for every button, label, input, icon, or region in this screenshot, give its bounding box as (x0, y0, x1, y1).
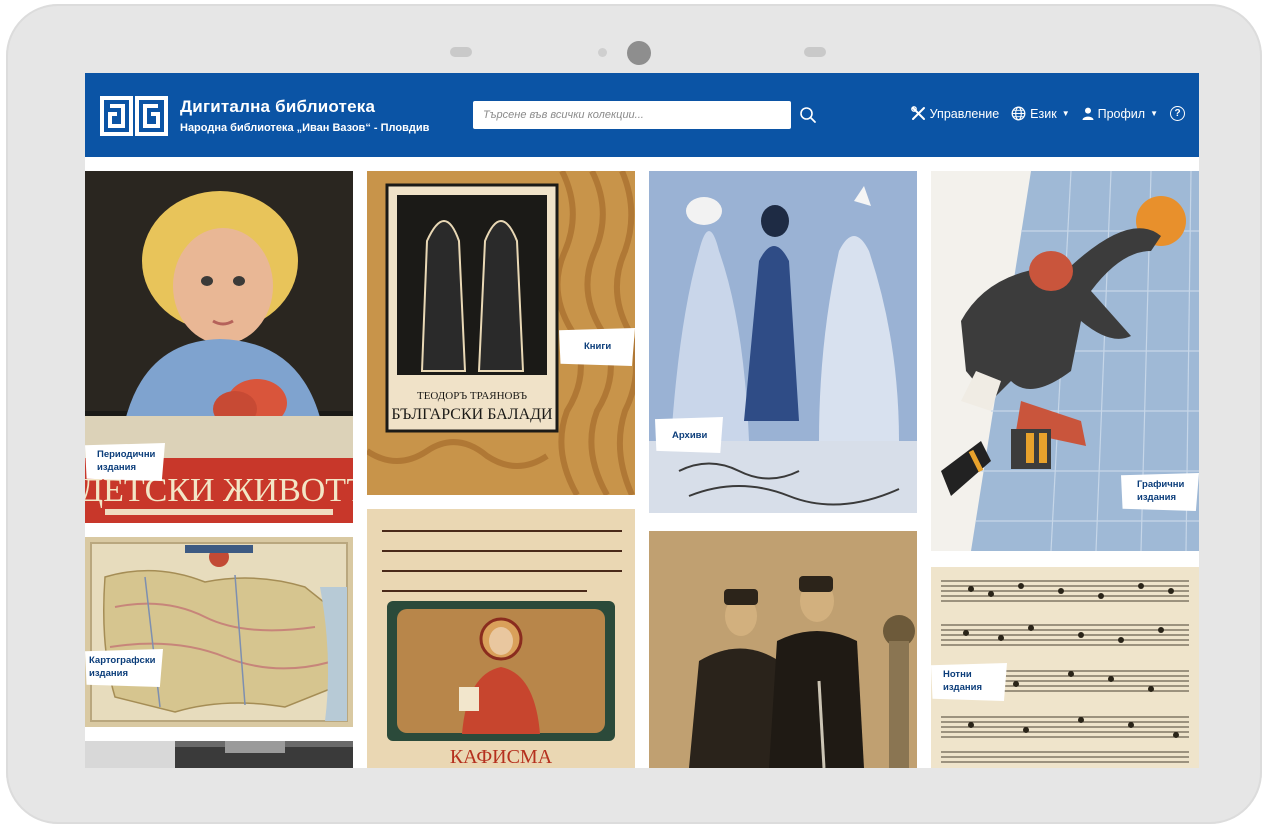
search-icon[interactable] (799, 106, 817, 124)
svg-text:ТЕОДОРЪ ТРАЯНОВЪ: ТЕОДОРЪ ТРАЯНОВЪ (417, 390, 527, 402)
partial-photo-image (85, 741, 353, 768)
collection-tile-books[interactable]: ТЕОДОРЪ ТРАЯНОВЪ БЪЛГАРСКИ БАЛАДИ Книги (367, 171, 635, 495)
top-navbar: Дигитална библиотека Народна библиотека … (85, 73, 1199, 157)
manage-menu[interactable]: Управление (910, 106, 1000, 121)
tile-label-periodicals: Периодични издания (85, 443, 165, 481)
collection-tile-partial[interactable] (85, 741, 353, 768)
site-title[interactable]: Дигитална библиотека (180, 97, 375, 117)
tablet-sensor (804, 47, 826, 57)
chevron-down-icon: ▼ (1150, 109, 1158, 118)
help-button[interactable]: ? (1170, 106, 1185, 121)
tile-label-archives: Архиви (655, 417, 723, 453)
nav-menu: Управление Език ▼ Профил ▼ ? (910, 106, 1185, 121)
svg-text:БЪЛГАРСКИ БАЛАДИ: БЪЛГАРСКИ БАЛАДИ (391, 406, 553, 423)
tablet-sensor (450, 47, 472, 57)
svg-text:КАФИСМА: КАФИСМА (450, 746, 553, 768)
collection-tile-cartographic[interactable]: Картографски издания (85, 537, 353, 727)
tools-icon (910, 106, 925, 120)
manage-label: Управление (929, 106, 1000, 121)
search-input[interactable] (473, 101, 791, 129)
screen: Дигитална библиотека Народна библиотека … (85, 73, 1199, 768)
language-label: Език (1030, 106, 1057, 121)
collection-tile-graphic[interactable]: Графични издания (931, 171, 1199, 551)
language-menu[interactable]: Език ▼ (1011, 106, 1070, 121)
site-subtitle: Народна библиотека „Иван Вазов“ - Пловди… (180, 122, 430, 134)
collection-tile-manuscript[interactable]: КАФИСМА (367, 509, 635, 768)
collection-tile-periodicals[interactable]: ДЕТСКИ ЖИВОТЪ Периодични издания (85, 171, 353, 523)
tile-label-cartographic: Картографски издания (85, 649, 163, 687)
tablet-camera (627, 41, 651, 65)
tablet-sensor-dot (598, 48, 607, 57)
library-logo-icon[interactable] (99, 95, 169, 137)
user-icon (1082, 107, 1094, 120)
collection-tile-sheet-music[interactable]: Нотни издания (931, 567, 1199, 768)
profile-menu[interactable]: Профил ▼ (1082, 107, 1158, 121)
chevron-down-icon: ▼ (1061, 109, 1070, 118)
archive-photo-image (649, 171, 917, 513)
profile-label: Профил (1097, 106, 1146, 121)
map-image (85, 537, 353, 727)
tile-label-graphic: Графични издания (1121, 473, 1199, 511)
manuscript-image: КАФИСМА (367, 509, 635, 768)
help-icon: ? (1170, 106, 1185, 121)
tile-label-sheet-music: Нотни издания (931, 663, 1007, 701)
collection-tile-archives[interactable]: Архиви (649, 171, 917, 513)
tile-label-books: Книги (559, 328, 635, 366)
collection-tile-photographs[interactable] (649, 531, 917, 768)
globe-icon (1011, 106, 1026, 121)
vintage-photo-image (649, 531, 917, 768)
